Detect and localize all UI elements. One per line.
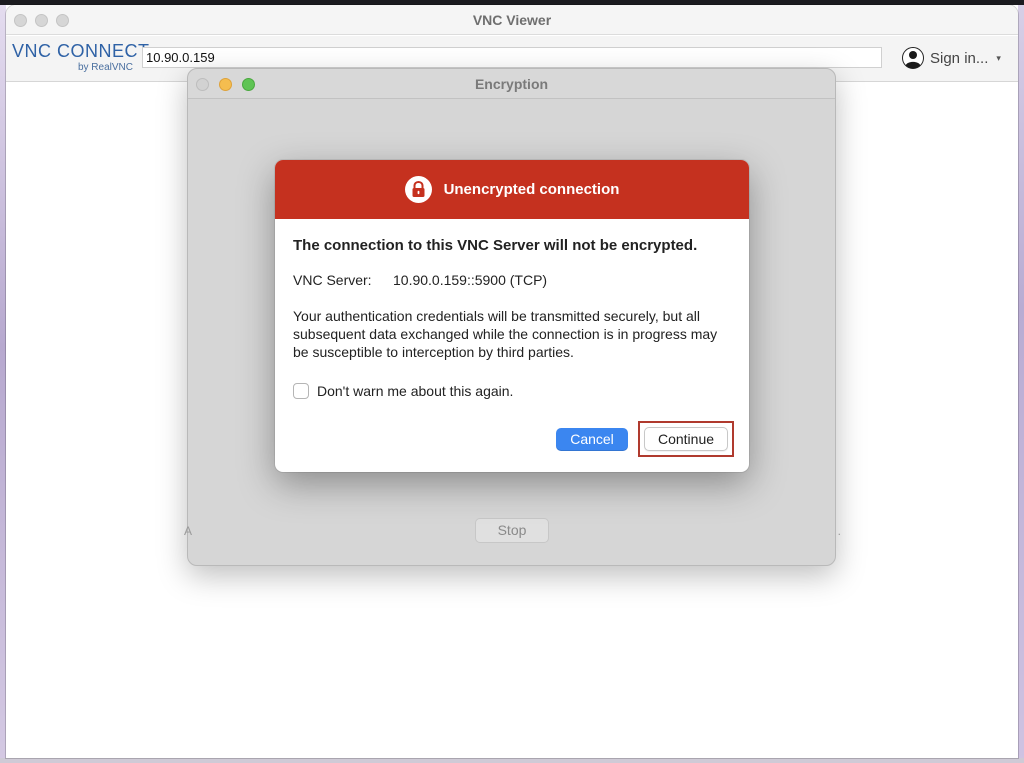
dialog-header: Unencrypted connection xyxy=(275,160,749,219)
desktop-dock-edge xyxy=(0,758,1024,763)
server-info-row: VNC Server: 10.90.0.159::5900 (TCP) xyxy=(293,272,733,289)
encryption-titlebar: Encryption xyxy=(188,69,835,99)
lock-icon xyxy=(404,176,432,203)
window-titlebar: VNC Viewer xyxy=(6,5,1018,35)
dont-warn-label[interactable]: Don't warn me about this again. xyxy=(317,383,513,399)
dont-warn-checkbox-row[interactable]: Don't warn me about this again. xyxy=(293,383,733,399)
dialog-body: The connection to this VNC Server will n… xyxy=(293,237,733,399)
vnc-connect-logo: VNC CONNECT by RealVNC xyxy=(12,41,149,75)
unencrypted-connection-dialog: Unencrypted connection The connection to… xyxy=(275,160,749,472)
logo-subtext: by RealVNC xyxy=(77,62,133,73)
logo-text: VNC CONNECT xyxy=(12,41,150,61)
dialog-description: Your authentication credentials will be … xyxy=(293,308,718,360)
chevron-down-icon: ▾ xyxy=(996,52,1001,63)
user-avatar-icon xyxy=(902,47,924,69)
address-input[interactable]: 10.90.0.159 xyxy=(142,47,882,68)
server-label: VNC Server: xyxy=(293,272,372,288)
continue-button[interactable]: Continue xyxy=(644,427,728,451)
dialog-headline: The connection to this VNC Server will n… xyxy=(293,237,698,254)
sign-in-label: Sign in... xyxy=(930,49,989,67)
obscured-text-fragment: . xyxy=(837,524,841,538)
sign-in-button[interactable]: Sign in... ▾ xyxy=(902,46,1001,70)
server-value: 10.90.0.159::5900 (TCP) xyxy=(393,272,548,288)
window-title: VNC Viewer xyxy=(472,12,552,28)
cancel-button[interactable]: Cancel xyxy=(556,428,628,451)
desktop-background-right xyxy=(1018,5,1024,763)
obscured-text-fragment: A xyxy=(184,524,193,538)
dialog-title: Unencrypted connection xyxy=(443,181,620,198)
stop-button[interactable]: Stop xyxy=(475,518,549,543)
dont-warn-checkbox[interactable] xyxy=(293,383,309,399)
encryption-title: Encryption xyxy=(474,76,549,92)
